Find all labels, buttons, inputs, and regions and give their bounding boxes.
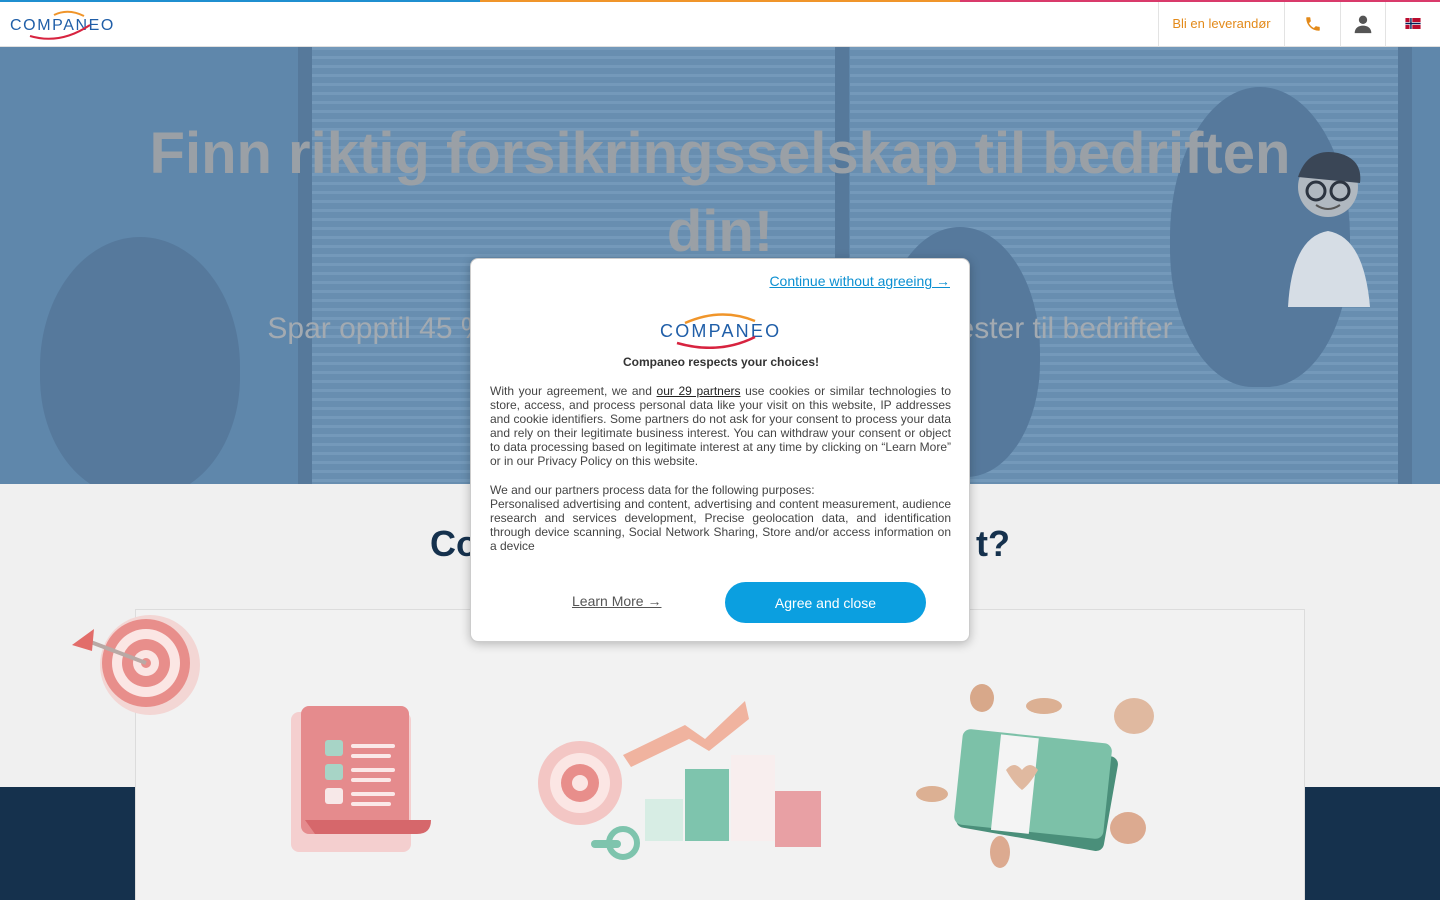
continue-without-agreeing-link[interactable]: Continue without agreeing → — [769, 273, 950, 289]
learn-more-link[interactable]: Learn More → — [572, 593, 661, 609]
agree-and-close-button[interactable]: Agree and close — [725, 582, 926, 623]
cookie-consent-dialog: Continue without agreeing → COMPANEO Com… — [470, 258, 970, 642]
header-color-stripe — [0, 0, 1440, 2]
partners-link[interactable]: our 29 partners — [657, 384, 741, 398]
purposes-list: Personalised advertising and content, ad… — [490, 497, 951, 553]
consent-heading: Companeo respects your choices! — [622, 355, 820, 369]
svg-text:COMPANEO: COMPANEO — [660, 321, 781, 341]
companeo-logo: COMPANEO — [660, 313, 781, 349]
consent-body: With your agreement, we and our 29 partn… — [490, 384, 951, 553]
consent-intro-paragraph: With your agreement, we and our 29 partn… — [490, 384, 952, 468]
purposes-intro: We and our partners process data for the… — [490, 483, 815, 497]
